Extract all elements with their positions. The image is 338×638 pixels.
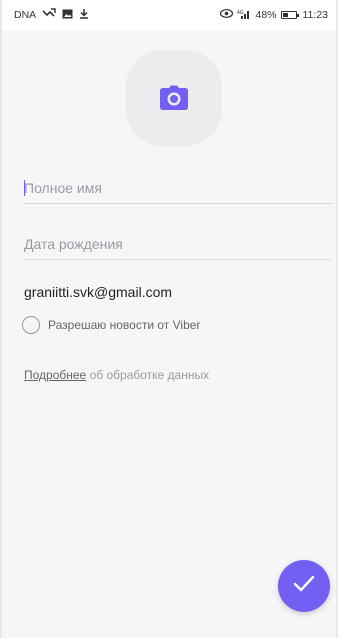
- image-icon: [62, 9, 73, 22]
- status-right: 4G 48% 11:23: [220, 9, 328, 22]
- signal-icon: 4G: [237, 9, 251, 22]
- carrier-name: DNA: [14, 9, 37, 21]
- full-name-field: [24, 180, 332, 204]
- profile-setup-screen: DNA 4G 48% 11:23 Полное имя Дата рождени…: [0, 0, 338, 638]
- eye-icon: [220, 9, 234, 21]
- birth-date-input[interactable]: [24, 236, 332, 258]
- birth-date-field: [24, 236, 332, 260]
- email-field: [24, 284, 332, 308]
- confirm-button[interactable]: [278, 560, 330, 612]
- missed-call-icon: [42, 7, 56, 23]
- battery-percent: 48%: [255, 9, 277, 21]
- checkmark-icon: [293, 575, 315, 598]
- newsletter-consent[interactable]: Разрешаю новости от Viber: [22, 316, 200, 334]
- battery-icon: [280, 11, 299, 19]
- avatar-photo-button[interactable]: [126, 50, 222, 146]
- battery-level-fill: [282, 13, 289, 17]
- info-text: об обработке данных: [89, 368, 210, 382]
- download-icon: [79, 8, 89, 22]
- status-left: DNA: [14, 7, 89, 23]
- newsletter-radio[interactable]: [22, 316, 40, 334]
- more-info-link[interactable]: Подробнее: [24, 368, 86, 382]
- data-processing-info: Подробнее об обработке данных: [24, 368, 209, 382]
- svg-text:4G: 4G: [237, 10, 244, 16]
- status-bar: DNA 4G 48% 11:23: [2, 0, 336, 30]
- newsletter-label: Разрешаю новости от Viber: [48, 318, 201, 332]
- camera-icon: [159, 85, 189, 111]
- text-caret: [24, 180, 25, 196]
- email-input[interactable]: [24, 284, 332, 306]
- clock: 11:23: [302, 9, 329, 21]
- full-name-input[interactable]: [24, 180, 332, 202]
